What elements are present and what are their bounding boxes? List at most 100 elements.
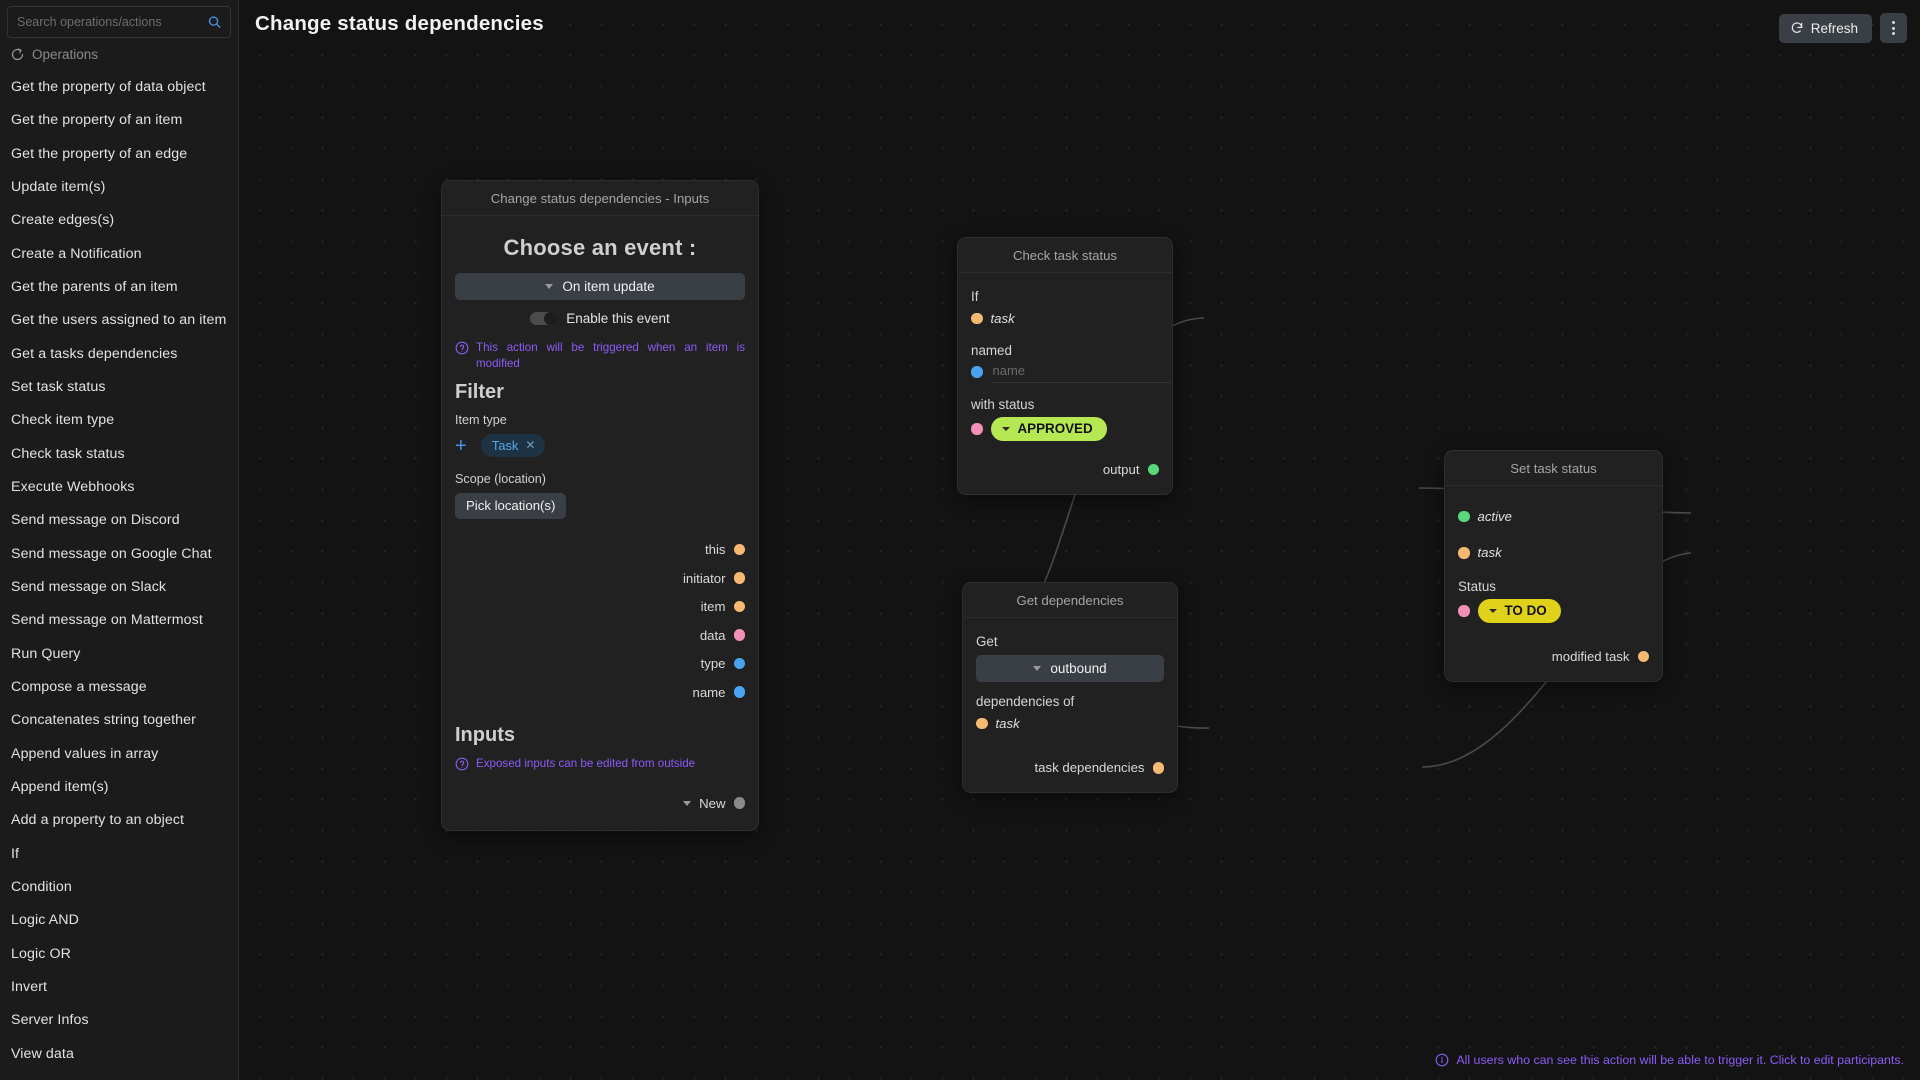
sidebar-item-run-query[interactable]: Run Query — [0, 638, 238, 671]
sidebar-item-if[interactable]: If — [0, 838, 238, 871]
sidebar-item-get-the-property-of-data-object[interactable]: Get the property of data object — [0, 71, 238, 104]
sidebar-item-condition[interactable]: Condition — [0, 871, 238, 904]
participants-note-text: All users who can see this action will b… — [1456, 1053, 1904, 1067]
sidebar-item-send-message-on-discord[interactable]: Send message on Discord — [0, 504, 238, 537]
sidebar-item-get-the-property-of-an-edge[interactable]: Get the property of an edge — [0, 138, 238, 171]
sidebar-item-send-message-on-mattermost[interactable]: Send message on Mattermost — [0, 604, 238, 637]
node-get-dependencies[interactable]: Get dependencies Get outbound dependenci… — [962, 582, 1178, 793]
output-port[interactable] — [1147, 463, 1159, 475]
status-input-port[interactable] — [1458, 605, 1470, 617]
task-input-port[interactable] — [971, 312, 983, 324]
pick-locations-button[interactable]: Pick location(s) — [455, 493, 567, 520]
sidebar-item-compose-a-message[interactable]: Compose a message — [0, 671, 238, 704]
status-badge-todo[interactable]: TO DO — [1477, 599, 1561, 623]
sidebar-item-set-task-status[interactable]: Set task status — [0, 371, 238, 404]
sidebar-item-view-data[interactable]: View data — [0, 1038, 238, 1071]
output-port[interactable] — [733, 629, 745, 641]
direction-value: outbound — [1050, 661, 1107, 676]
status-badge-approved[interactable]: APPROVED — [990, 417, 1107, 441]
sidebar-item-logic-or[interactable]: Logic OR — [0, 938, 238, 971]
event-type-value: On item update — [562, 279, 655, 294]
output-port-row: initiator — [455, 564, 745, 593]
item-type-label: Item type — [455, 413, 507, 428]
status-row: TO DO — [1458, 594, 1649, 628]
refresh-label: Refresh — [1810, 20, 1858, 36]
active-input-label: active — [1477, 508, 1512, 524]
node-check-task-status[interactable]: Check task status If task named with sta… — [957, 237, 1173, 495]
output-port[interactable] — [733, 600, 745, 613]
sidebar-item-check-item-type[interactable]: Check item type — [0, 404, 238, 437]
status-input-port[interactable] — [971, 423, 983, 435]
new-input-row[interactable]: New — [455, 789, 745, 818]
item-type-chip-task[interactable]: Task ✕ — [480, 434, 546, 458]
add-item-type-button[interactable]: + — [455, 436, 467, 456]
active-input-port[interactable] — [1458, 510, 1470, 522]
sidebar-item-create-a-notification[interactable]: Create a Notification — [0, 238, 238, 271]
name-input-field[interactable] — [990, 360, 1171, 383]
sidebar-item-concatenates-string-together[interactable]: Concatenates string together — [0, 704, 238, 737]
output-port-label: this — [704, 542, 726, 558]
get-dependencies-input-row: task — [976, 709, 1164, 738]
event-type-select[interactable]: On item update — [455, 273, 745, 300]
sidebar-item-append-values-in-array[interactable]: Append values in array — [0, 738, 238, 771]
sidebar-item-get-the-users-assigned-to-an-item[interactable]: Get the users assigned to an item — [0, 304, 238, 337]
participants-note[interactable]: All users who can see this action will b… — [1435, 1053, 1904, 1067]
workflow-canvas[interactable]: Change status dependencies Refresh Chang… — [239, 0, 1920, 1080]
help-circle-icon — [455, 341, 469, 355]
search-input[interactable] — [8, 7, 230, 37]
direction-select[interactable]: outbound — [976, 655, 1164, 682]
chevron-down-icon[interactable] — [683, 800, 692, 806]
sidebar-item-send-message-on-google-chat[interactable]: Send message on Google Chat — [0, 538, 238, 571]
sidebar-item-check-task-status[interactable]: Check task status — [0, 438, 238, 471]
task-input-port[interactable] — [1458, 547, 1470, 559]
exposed-inputs-hint: Exposed inputs can be edited from outsid… — [455, 756, 745, 772]
output-port[interactable] — [1637, 650, 1649, 662]
enable-event-row: Enable this event — [455, 311, 745, 326]
sidebar-item-send-message-on-slack[interactable]: Send message on Slack — [0, 571, 238, 604]
output-label: modified task — [1551, 648, 1630, 664]
name-input-port[interactable] — [971, 366, 983, 378]
choose-event-heading: Choose an event : — [503, 235, 697, 260]
node-inputs[interactable]: Change status dependencies - Inputs Choo… — [441, 180, 759, 832]
scope-label: Scope (location) — [455, 472, 547, 487]
node-set-task-status[interactable]: Set task status active task Status TO DO — [1444, 450, 1663, 682]
named-label: named — [971, 342, 1012, 358]
operations-section-label: Operations — [32, 47, 99, 62]
sidebar-item-create-edges-s[interactable]: Create edges(s) — [0, 204, 238, 237]
output-port[interactable] — [733, 572, 745, 584]
sidebar-item-get-the-parents-of-an-item[interactable]: Get the parents of an item — [0, 271, 238, 304]
chevron-down-icon — [1488, 608, 1497, 613]
node-body-set-task-status: active task Status TO DO modified task — [1445, 486, 1662, 681]
sidebar-item-get-a-tasks-dependencies[interactable]: Get a tasks dependencies — [0, 338, 238, 371]
enable-event-toggle[interactable] — [530, 312, 558, 325]
set-task-output-row: modified task — [1458, 642, 1649, 671]
output-port[interactable] — [733, 657, 745, 670]
more-options-button[interactable] — [1880, 13, 1907, 43]
sidebar-item-get-the-property-of-an-item[interactable]: Get the property of an item — [0, 104, 238, 137]
sidebar-item-append-item-s[interactable]: Append item(s) — [0, 771, 238, 804]
refresh-button[interactable]: Refresh — [1778, 13, 1872, 43]
task-input-label: task — [995, 715, 1020, 731]
output-port[interactable] — [1152, 762, 1164, 774]
search-icon[interactable] — [207, 15, 222, 30]
output-port[interactable] — [733, 686, 745, 698]
close-icon[interactable]: ✕ — [525, 438, 535, 452]
node-body-check-task-status: If task named with status APPROVED — [958, 273, 1172, 494]
task-input-port[interactable] — [976, 717, 988, 729]
sidebar-item-invert[interactable]: Invert — [0, 971, 238, 1004]
new-input-port[interactable] — [733, 797, 745, 809]
output-port-label: name — [692, 684, 726, 700]
status-row: APPROVED — [971, 412, 1159, 446]
sidebar-item-logic-and[interactable]: Logic AND — [0, 904, 238, 937]
sidebar-item-server-infos[interactable]: Server Infos — [0, 1004, 238, 1037]
output-port[interactable] — [733, 543, 745, 556]
chevron-down-icon — [1001, 426, 1010, 431]
sidebar-item-execute-webhooks[interactable]: Execute Webhooks — [0, 471, 238, 504]
with-status-label: with status — [971, 397, 1035, 412]
search-box[interactable] — [7, 6, 231, 38]
sidebar-item-update-item-s[interactable]: Update item(s) — [0, 171, 238, 204]
inputs-output-ports: this initiator item data type name — [455, 535, 745, 706]
sidebar-item-add-a-property-to-an-object[interactable]: Add a property to an object — [0, 804, 238, 837]
inputs-heading: Inputs — [455, 724, 515, 747]
task-input-label: task — [990, 310, 1015, 326]
